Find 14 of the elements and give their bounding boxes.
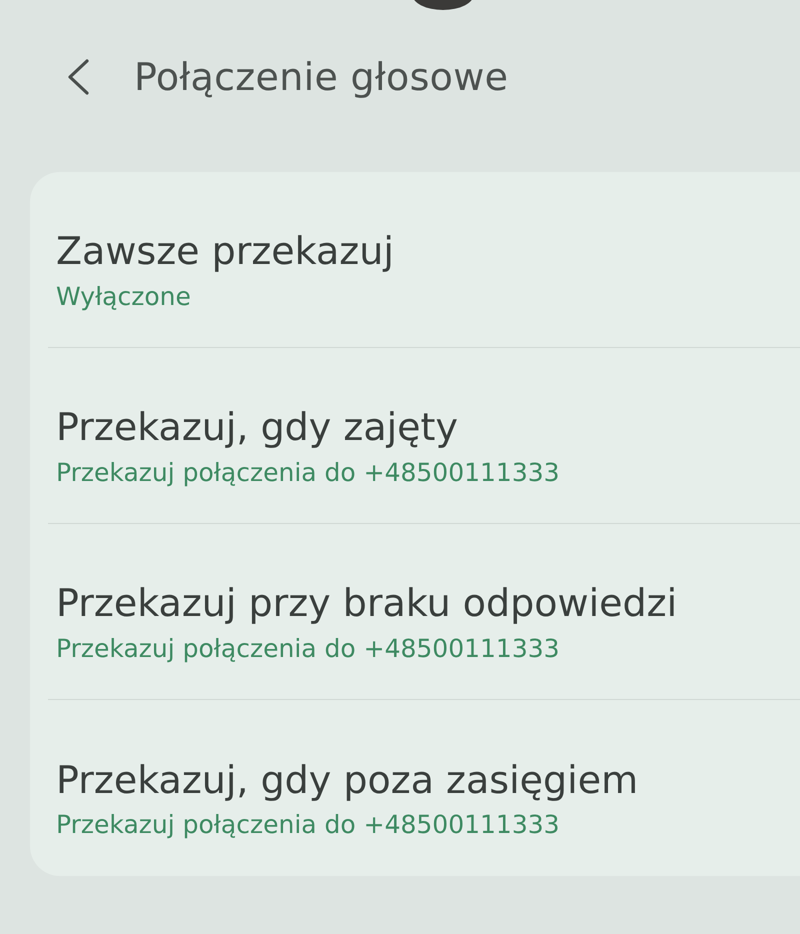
screen-title: Połączenie głosowe bbox=[134, 55, 508, 99]
option-status: Wyłączone bbox=[56, 282, 192, 311]
option-status: Przekazuj połączenia do +48500111333 bbox=[56, 634, 561, 663]
option-title: Przekazuj, gdy poza zasięgiem bbox=[56, 756, 640, 804]
forwarding-option[interactable]: Przekazuj, gdy zajęty Przekazuj połączenia do +48500111333 bbox=[48, 348, 800, 524]
option-title: Przekazuj, gdy zajęty bbox=[56, 404, 459, 452]
option-status: Przekazuj połączenia do +48500111333 bbox=[56, 810, 561, 840]
back-chevron-icon bbox=[66, 59, 90, 95]
forwarding-option[interactable]: Przekazuj przy braku odpowiedzi Przekazuj połączenia do +48500111333 bbox=[48, 524, 800, 700]
forwarding-option[interactable]: Zawsze przekazuj Wyłączone bbox=[48, 172, 800, 348]
option-status: Przekazuj połączenia do +48500111333 bbox=[56, 458, 561, 487]
option-title: Zawsze przekazuj bbox=[56, 228, 395, 276]
forwarding-option[interactable]: Przekazuj, gdy poza zasięgiem Przekazuj połączenia do +48500111333 bbox=[48, 700, 800, 876]
option-title: Przekazuj przy braku odpowiedzi bbox=[56, 580, 678, 628]
